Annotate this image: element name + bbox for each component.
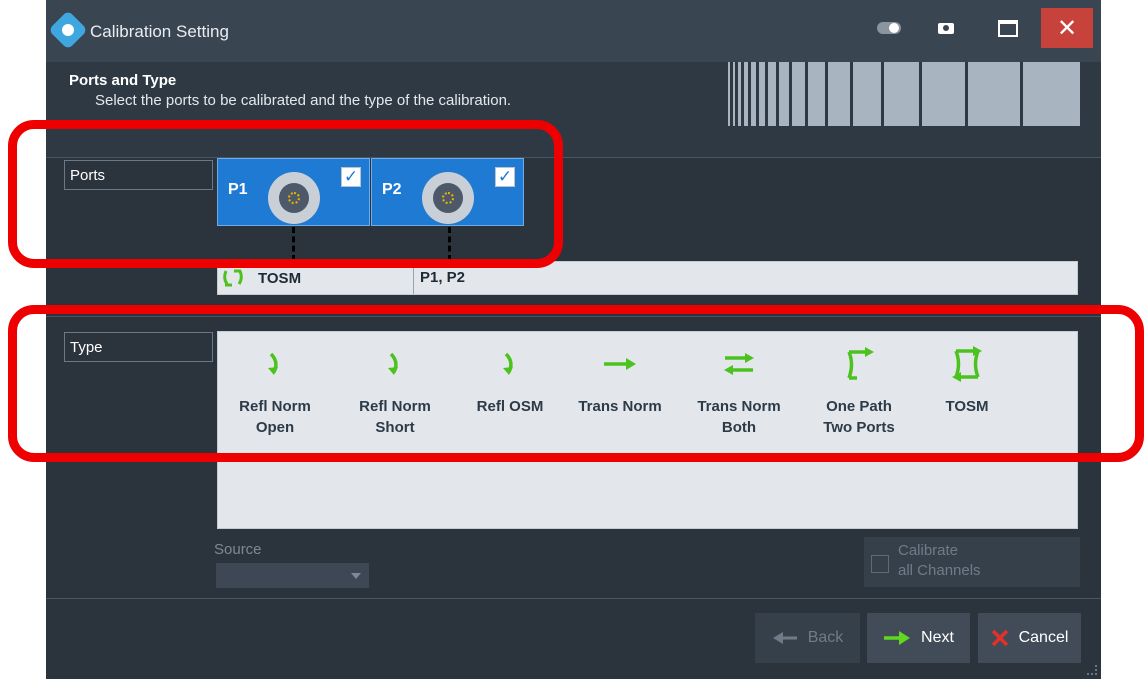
cancel-label: Cancel (1018, 629, 1069, 646)
connector-icon (268, 172, 320, 224)
wizard-header: Ports and Type Select the ports to be ca… (46, 62, 1101, 158)
next-button[interactable]: Next (867, 613, 970, 663)
reflection-arrow-icon (388, 352, 398, 375)
page-subtitle: Select the ports to be calibrated and th… (95, 92, 512, 109)
screenshot-button[interactable] (926, 10, 966, 46)
back-label: Back (807, 629, 844, 646)
toggle-icon (877, 22, 901, 34)
port-connection-line (448, 227, 451, 261)
reflection-arrow-icon (503, 352, 513, 375)
cal-type-refl-norm-open[interactable]: Refl Norm Open (220, 344, 330, 438)
back-button[interactable]: Back (755, 613, 860, 663)
port-tile-p1[interactable]: P1 ✓ (217, 158, 370, 226)
toggle-button[interactable] (869, 10, 909, 46)
header-divider (46, 157, 1101, 158)
cancel-x-icon (991, 629, 1009, 647)
title-bar: Calibration Setting ✕ (46, 0, 1101, 62)
cal-type-label: TOSM (945, 398, 989, 415)
cal-type-label: Refl OSM (476, 398, 544, 415)
next-label: Next (921, 629, 954, 646)
close-icon: ✕ (1056, 14, 1078, 42)
cal-type-label: Refl Norm Open (239, 398, 311, 436)
ports-label: Ports (64, 160, 213, 190)
type-label: Type (64, 332, 213, 362)
tosm-icon (223, 269, 243, 287)
right-arrow-icon (883, 630, 911, 646)
cal-type-label: Refl Norm Short (359, 398, 431, 436)
maximize-icon (998, 19, 1018, 37)
decorative-bars (728, 62, 1101, 126)
cal-type-trans-norm-both[interactable]: Trans Norm Both (684, 344, 794, 438)
calibrate-all-channels[interactable]: Calibrate all Channels (864, 537, 1080, 587)
right-arrow-icon (604, 358, 636, 370)
cal-type-one-path-two-ports[interactable]: One Path Two Ports (804, 344, 914, 438)
bidirectional-arrows-icon (724, 353, 754, 375)
app-logo-icon (48, 10, 88, 50)
port-checkbox-p2[interactable]: ✓ (495, 167, 515, 187)
calibration-ports: P1, P2 (420, 269, 466, 286)
port-connection-line (292, 227, 295, 261)
cal-type-label: One Path Two Ports (823, 398, 895, 436)
cal-type-trans-norm[interactable]: Trans Norm (565, 344, 675, 417)
port-tile-p2[interactable]: P2 ✓ (371, 158, 524, 226)
connector-icon (422, 172, 474, 224)
cal-type-label: Trans Norm Both (697, 398, 781, 436)
calibration-row[interactable]: TOSM P1, P2 (217, 261, 1078, 295)
cancel-button[interactable]: Cancel (978, 613, 1081, 663)
cal-type-tosm[interactable]: TOSM (912, 344, 1022, 417)
close-button[interactable]: ✕ (1041, 8, 1093, 48)
camera-icon (938, 22, 954, 34)
resize-grip[interactable] (1087, 665, 1097, 675)
source-dropdown[interactable] (216, 563, 369, 588)
cal-type-label: Trans Norm (578, 398, 662, 415)
calibration-type-panel: Refl Norm Open Refl Norm Short Refl OSM … (217, 331, 1078, 529)
calibrate-all-checkbox[interactable] (871, 555, 889, 573)
port-name: P1 (228, 181, 248, 198)
calibration-type: TOSM (258, 269, 302, 287)
cal-type-refl-osm[interactable]: Refl OSM (455, 344, 565, 417)
calibration-setting-dialog: Calibration Setting ✕ Ports and Type Sel… (46, 0, 1101, 679)
page-title: Ports and Type (69, 72, 177, 89)
port-checkbox-p1[interactable]: ✓ (341, 167, 361, 187)
port-name: P2 (382, 181, 402, 198)
maximize-button[interactable] (988, 10, 1028, 46)
section-divider (46, 316, 1101, 317)
source-label: Source (214, 541, 262, 558)
left-arrow-icon (772, 631, 798, 645)
reflection-arrow-icon (268, 352, 278, 375)
calibrate-all-label: Calibrate all Channels (898, 542, 981, 579)
footer-divider (46, 598, 1101, 599)
tosm-loop-icon (952, 346, 982, 382)
cal-type-refl-norm-short[interactable]: Refl Norm Short (340, 344, 450, 438)
one-path-arrow-icon (847, 347, 874, 380)
window-title: Calibration Setting (90, 22, 229, 41)
